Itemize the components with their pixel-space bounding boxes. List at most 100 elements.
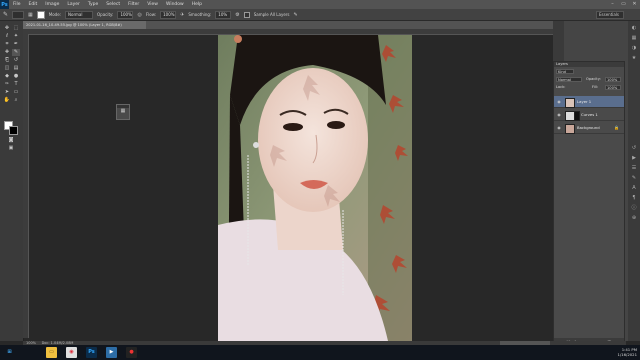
layer-row-curves-1[interactable]: ◉ Curves 1 [554, 109, 624, 121]
layer-filter-kind[interactable]: Kind [556, 69, 574, 74]
layer-name: Layer 1 [577, 99, 592, 104]
layer-name: Curves 1 [581, 112, 598, 117]
visibility-eye-icon[interactable]: ◉ [556, 112, 562, 118]
zoom-tool-icon[interactable]: ⌕ [12, 97, 20, 104]
menu-bar: Ps File Edit Image Layer Type Select Fil… [0, 0, 640, 9]
visibility-eye-icon[interactable]: ◉ [556, 125, 562, 131]
type-tool-icon[interactable]: T [12, 81, 20, 88]
actions-panel-icon[interactable]: ▶ [630, 155, 638, 162]
info-panel-icon[interactable]: ⓘ [630, 205, 638, 212]
path-select-tool-icon[interactable]: ➤ [3, 89, 11, 96]
brush-panel-icon[interactable]: ▦ [28, 12, 33, 18]
blend-mode-select[interactable]: Normal [556, 77, 582, 82]
layer-name: Background [577, 125, 600, 130]
minimize-button[interactable]: – [609, 1, 616, 7]
menu-image[interactable]: Image [41, 2, 63, 7]
history-brush-tool-icon[interactable]: ↺ [12, 57, 20, 64]
document-tab[interactable]: 2021-01-16_10-49-55.jpg @ 100% (Layer 1,… [23, 21, 146, 29]
layer-opacity-label: Opacity: [586, 77, 601, 81]
paragraph-panel-icon[interactable]: ¶ [630, 195, 638, 202]
opacity-input[interactable]: 100% [117, 10, 134, 19]
workspace-select[interactable]: Essentials [596, 11, 624, 19]
far-right-dock: ◐ ▦ ◑ ★ ↺ ▶ ☰ ✎ A ¶ ⓘ ⊕ [628, 21, 640, 341]
color-swatch[interactable] [36, 10, 45, 19]
brush-preset-picker[interactable] [12, 10, 25, 19]
eraser-tool-icon[interactable]: ◫ [3, 65, 11, 72]
layer-thumbnail [565, 98, 575, 108]
photoshop-icon[interactable]: Ps [86, 347, 97, 358]
sample-all-layers-checkbox[interactable] [243, 11, 250, 18]
maximize-button[interactable]: ▭ [620, 1, 627, 7]
windows-start-icon[interactable]: ⊞ [4, 347, 15, 358]
menu-type[interactable]: Type [84, 2, 102, 7]
close-button[interactable]: ✕ [631, 1, 638, 7]
properties-panel-icon[interactable]: ☰ [630, 165, 638, 172]
character-panel-icon[interactable]: A [630, 185, 638, 192]
menu-filter[interactable]: Filter [124, 2, 143, 7]
menu-view[interactable]: View [143, 2, 162, 7]
menu-file[interactable]: File [9, 2, 25, 7]
crop-tool-icon[interactable]: ⌗ [3, 41, 11, 48]
dodge-tool-icon[interactable]: ● [12, 73, 20, 80]
quick-mask-icon[interactable]: ◙ [7, 137, 15, 144]
document-image[interactable] [218, 35, 412, 341]
layer-row-background[interactable]: ◉ Background 🔒 [554, 122, 624, 134]
hand-tool-icon[interactable]: ✋ [3, 97, 11, 104]
system-clock[interactable]: 1:41 PM 1/16/2021 [618, 347, 637, 357]
settings-gear-icon[interactable]: ⚙ [235, 12, 239, 18]
quick-select-tool-icon[interactable]: ✦ [12, 33, 20, 40]
brush-tool-icon[interactable]: ✎ [3, 11, 8, 18]
menu-layer[interactable]: Layer [63, 2, 84, 7]
brush-panel-icon[interactable]: ✎ [630, 175, 638, 182]
photoshop-logo: Ps [0, 0, 9, 9]
clock-date: 1/16/2021 [617, 352, 637, 357]
fill-label: Fill: [592, 85, 599, 89]
recorder-icon[interactable]: ● [126, 347, 137, 358]
styles-panel-icon[interactable]: ★ [630, 55, 638, 62]
pressure-size-icon[interactable]: ✎ [294, 12, 298, 18]
layer-row-layer-1[interactable]: ◉ Layer 1 [554, 96, 624, 108]
lock-icon: 🔒 [614, 125, 619, 130]
layer-opacity-input[interactable]: 100% [605, 77, 621, 82]
layers-tab[interactable]: Layers [554, 62, 624, 67]
lock-label: Lock: [556, 85, 566, 89]
shape-tool-icon[interactable]: ▭ [12, 89, 20, 96]
move-tool-icon[interactable]: ✥ [3, 25, 11, 32]
adjustments-panel-icon[interactable]: ◑ [630, 45, 638, 52]
eyedropper-tool-icon[interactable]: ✒ [12, 41, 20, 48]
screen-mode-icon[interactable]: ▣ [7, 145, 15, 152]
swatches-panel-icon[interactable]: ▦ [630, 35, 638, 42]
layer-mask-thumbnail [574, 111, 580, 121]
document-tab-bar: 2021-01-16_10-49-55.jpg @ 100% (Layer 1,… [23, 21, 553, 29]
file-explorer-icon[interactable]: ▭ [46, 347, 57, 358]
brush-tool-icon[interactable]: ✎ [12, 49, 20, 56]
flow-input[interactable]: 100% [160, 10, 177, 19]
marquee-tool-icon[interactable]: ⬚ [12, 25, 20, 32]
menu-select[interactable]: Select [102, 2, 124, 7]
history-panel-icon[interactable]: ↺ [630, 145, 638, 152]
color-panel-icon[interactable]: ◐ [630, 25, 638, 32]
navigator-panel-icon[interactable]: ⊕ [630, 215, 638, 222]
clone-stamp-tool-icon[interactable]: ⎗ [3, 57, 11, 64]
portrait-photo [218, 35, 412, 341]
blur-tool-icon[interactable]: ◆ [3, 73, 11, 80]
background-color-swatch[interactable] [9, 126, 18, 135]
menu-help[interactable]: Help [188, 2, 206, 7]
menu-edit[interactable]: Edit [25, 2, 42, 7]
media-icon[interactable]: ▶ [106, 347, 117, 358]
smoothing-input[interactable]: 10% [215, 10, 232, 19]
flow-label: Flow: [145, 12, 157, 17]
pen-tool-icon[interactable]: ✑ [3, 81, 11, 88]
mode-select[interactable]: Normal [65, 10, 94, 19]
floating-palette[interactable]: ▦ [116, 104, 130, 120]
pressure-opacity-icon[interactable]: ◎ [137, 12, 141, 18]
opacity-label: Opacity: [97, 12, 114, 17]
visibility-eye-icon[interactable]: ◉ [556, 99, 562, 105]
gradient-tool-icon[interactable]: ▤ [12, 65, 20, 72]
fill-input[interactable]: 100% [605, 85, 621, 90]
menu-window[interactable]: Window [162, 2, 188, 7]
lasso-tool-icon[interactable]: ℓ [3, 33, 11, 40]
healing-tool-icon[interactable]: ✚ [3, 49, 11, 56]
chrome-icon[interactable]: ◉ [66, 347, 77, 358]
airbrush-icon[interactable]: ✈ [180, 12, 184, 18]
